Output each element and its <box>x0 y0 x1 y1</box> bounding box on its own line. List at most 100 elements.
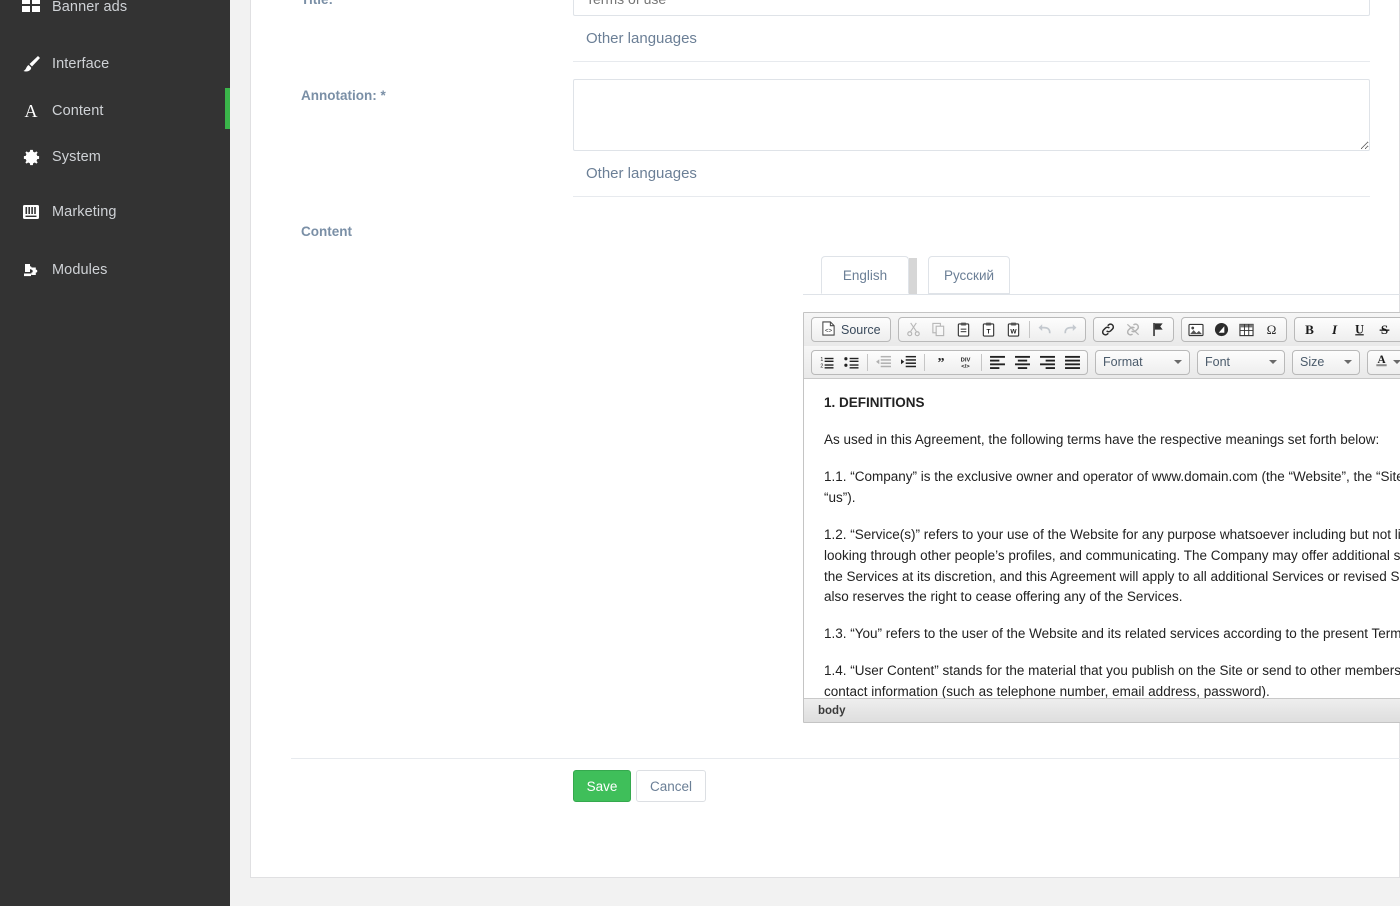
flash-icon[interactable] <box>1209 319 1234 340</box>
table-icon[interactable] <box>1234 319 1259 340</box>
editor-document[interactable]: 1. DEFINITIONS As used in this Agreement… <box>804 379 1400 699</box>
format-dropdown[interactable]: Format <box>1095 349 1190 375</box>
sidebar-item-interface[interactable]: Interface <box>0 41 230 87</box>
toolbar-group-basic-styles: B I U S Tx <box>1293 317 1400 342</box>
sidebar-item-marketing[interactable]: Marketing <box>0 189 230 235</box>
svg-text:</>: </> <box>961 364 970 370</box>
image-icon[interactable] <box>1184 319 1209 340</box>
toolbar-group-document: <> Source <box>811 317 891 342</box>
anchor-button[interactable] <box>1146 319 1171 340</box>
chevron-down-icon <box>1344 360 1352 364</box>
svg-text:W: W <box>1010 328 1017 335</box>
numbered-list-icon[interactable]: 12 <box>814 352 839 373</box>
toolbar-group-colors: A A <box>1367 349 1400 375</box>
svg-text:2: 2 <box>820 364 823 369</box>
editor-content-area[interactable]: 1. DEFINITIONS As used in this Agreement… <box>804 379 1400 699</box>
size-dropdown[interactable]: Size <box>1292 349 1360 375</box>
sidebar-item-banner-ads[interactable]: Banner ads <box>0 0 230 30</box>
annotation-textarea[interactable] <box>573 79 1370 151</box>
footer-divider <box>291 758 1400 759</box>
main-content-area: Обзор... Файл не выбран. Title: * Other … <box>230 0 1400 906</box>
redo-button[interactable] <box>1058 319 1083 340</box>
unlink-button[interactable] <box>1121 319 1146 340</box>
svg-text:DIV: DIV <box>961 357 971 363</box>
outdent-icon[interactable] <box>871 352 896 373</box>
form-panel: Обзор... Файл не выбран. Title: * Other … <box>250 0 1400 878</box>
letter-a-icon: A <box>10 101 52 121</box>
size-dropdown-label: Size <box>1300 355 1325 369</box>
svg-text:A: A <box>25 101 38 121</box>
bulleted-list-icon[interactable] <box>839 352 864 373</box>
indent-icon[interactable] <box>896 352 921 373</box>
language-tabs: English Русский <box>803 256 1400 295</box>
content-section-label: Content <box>301 224 352 239</box>
toolbar-group-clipboard: T W <box>897 317 1086 342</box>
align-center-icon[interactable] <box>1010 352 1035 373</box>
chevron-down-icon <box>1393 360 1400 364</box>
svg-text:T: T <box>986 328 990 335</box>
undo-button[interactable] <box>1033 319 1058 340</box>
strikethrough-icon[interactable]: S <box>1372 319 1397 340</box>
svg-text:1: 1 <box>820 357 823 363</box>
source-button[interactable]: <> Source <box>814 319 888 340</box>
title-divider <box>573 61 1370 62</box>
editor-element-path: body <box>804 698 1400 722</box>
editor-toolbar-row-2: 12 ” DIV </> Format Font Size A <box>804 346 1400 379</box>
sidebar-item-label: Modules <box>52 262 108 278</box>
paste-word-button[interactable]: W <box>1001 319 1026 340</box>
source-button-label: Source <box>841 322 881 337</box>
title-other-languages-link[interactable]: Other languages <box>586 30 697 47</box>
sidebar-item-content[interactable]: A Content <box>0 88 230 134</box>
annotation-divider <box>573 196 1370 197</box>
title-field-label: Title: * <box>301 0 342 7</box>
font-dropdown[interactable]: Font <box>1197 349 1285 375</box>
quote-icon[interactable]: ” <box>928 352 953 373</box>
bold-icon[interactable]: B <box>1297 319 1322 340</box>
toolbar-separator <box>924 353 925 371</box>
paste-text-button[interactable]: T <box>976 319 1001 340</box>
annotation-field-label: Annotation: * <box>301 88 386 103</box>
svg-text:”: ” <box>937 356 944 369</box>
svg-text:I: I <box>1331 322 1338 337</box>
italic-icon[interactable]: I <box>1322 319 1347 340</box>
copy-button[interactable] <box>926 319 951 340</box>
align-justify-icon[interactable] <box>1060 352 1085 373</box>
align-right-icon[interactable] <box>1035 352 1060 373</box>
element-path-body[interactable]: body <box>818 705 845 717</box>
content-heading: 1. DEFINITIONS <box>824 395 925 410</box>
annotation-other-languages-link[interactable]: Other languages <box>586 165 697 182</box>
sidebar-item-label: Banner ads <box>52 0 128 15</box>
title-input[interactable] <box>573 0 1370 16</box>
source-icon: <> <box>821 320 836 339</box>
tab-russian[interactable]: Русский <box>928 256 1010 294</box>
sidebar-item-system[interactable]: System <box>0 134 230 180</box>
sidebar-item-label: Interface <box>52 56 110 72</box>
tab-english[interactable]: English <box>821 256 909 294</box>
align-left-icon[interactable] <box>985 352 1010 373</box>
svg-text:B: B <box>1305 322 1314 337</box>
svg-text:Ω: Ω <box>1266 322 1276 337</box>
toolbar-separator <box>1028 321 1030 338</box>
content-paragraph: As used in this Agreement, the following… <box>824 431 1380 447</box>
svg-text:A: A <box>1377 354 1386 366</box>
svg-text:U: U <box>1355 322 1364 336</box>
text-color-button[interactable]: A <box>1370 352 1400 373</box>
sidebar-item-label: Marketing <box>52 204 117 220</box>
underline-icon[interactable]: U <box>1347 319 1372 340</box>
tabs-underline <box>803 294 1400 295</box>
editor-toolbar-row-1: <> Source T W Ω B I U <box>804 313 1400 346</box>
content-paragraph: 1.2. “Service(s)” refers to your use of … <box>824 526 1400 605</box>
toolbar-separator <box>867 353 868 371</box>
div-icon[interactable]: DIV </> <box>953 352 978 373</box>
cancel-button[interactable]: Cancel <box>636 770 706 802</box>
link-button[interactable] <box>1096 319 1121 340</box>
toolbar-separator <box>981 353 982 371</box>
toolbar-group-paragraph: 12 ” DIV </> <box>811 349 1088 375</box>
cut-button[interactable] <box>901 319 926 340</box>
omega-icon[interactable]: Ω <box>1259 319 1284 340</box>
rich-text-editor: <> Source T W Ω B I U 1 2 ” DIV </> Form… <box>803 312 1400 723</box>
paste-button[interactable] <box>951 319 976 340</box>
save-button[interactable]: Save <box>573 770 631 802</box>
sidebar-item-modules[interactable]: Modules <box>0 247 230 293</box>
gear-icon <box>10 148 52 167</box>
